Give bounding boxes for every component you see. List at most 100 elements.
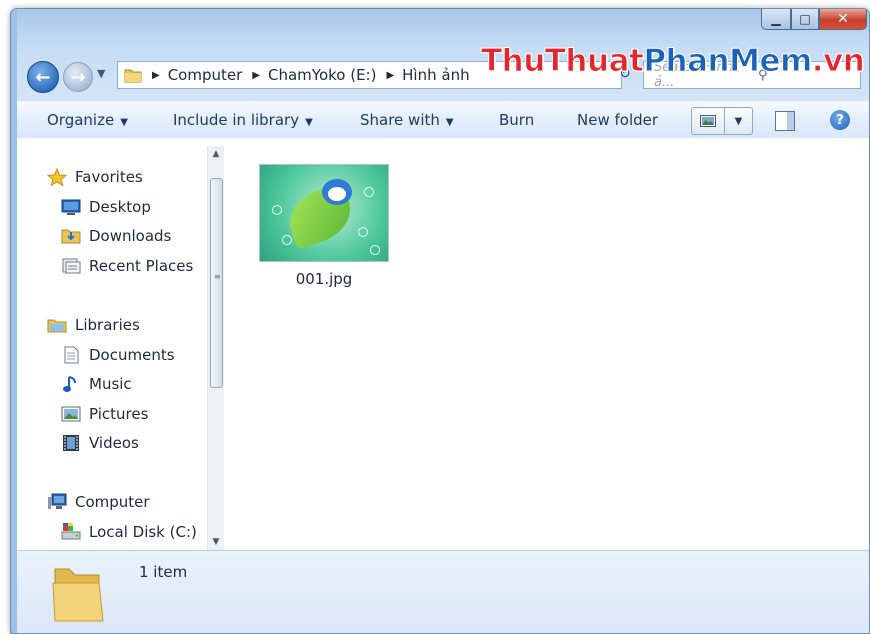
pictures-icon xyxy=(61,406,81,422)
preview-pane-button[interactable] xyxy=(775,111,795,131)
close-icon: ✕ xyxy=(837,11,849,27)
bubble-shape xyxy=(370,245,380,255)
nav-recent-places[interactable]: Recent Places xyxy=(61,253,193,279)
breadcrumb-folder[interactable]: ▶ Hình ảnh xyxy=(376,66,469,84)
forward-button[interactable]: → xyxy=(63,62,93,92)
thumbnail-view-icon xyxy=(700,115,716,127)
file-list-pane[interactable]: 001.jpg xyxy=(225,138,869,550)
include-in-library-button[interactable]: Include in library ▼ xyxy=(173,111,313,129)
nav-pictures-label: Pictures xyxy=(89,405,149,423)
nav-documents[interactable]: Documents xyxy=(61,342,175,368)
chevron-right-icon: ▶ xyxy=(252,69,260,81)
back-arrow-icon: ← xyxy=(35,66,51,88)
videos-icon xyxy=(63,435,79,451)
command-bar: Organize ▼ Include in library ▼ Share with… xyxy=(17,101,869,139)
desktop-icon xyxy=(61,199,81,215)
view-options-dropdown[interactable]: ▼ xyxy=(725,108,752,134)
new-folder-button[interactable]: New folder xyxy=(577,111,658,129)
bear-shape xyxy=(322,179,352,205)
forward-arrow-icon: → xyxy=(70,66,86,88)
nav-desktop-label: Desktop xyxy=(89,198,151,216)
scroll-thumb[interactable]: ≡ xyxy=(210,178,223,388)
breadcrumb-drive[interactable]: ▶ ChamYoko (E:) xyxy=(242,66,376,84)
nav-desktop[interactable]: Desktop xyxy=(61,194,151,220)
breadcrumb-computer[interactable]: ▶ Computer xyxy=(148,66,242,84)
file-name: 001.jpg xyxy=(295,270,353,288)
chevron-right-icon: ▶ xyxy=(152,69,160,81)
folder-icon xyxy=(52,568,104,622)
burn-button[interactable]: Burn xyxy=(499,111,534,129)
nav-videos[interactable]: Videos xyxy=(61,430,139,456)
nav-computer-label: Computer xyxy=(75,493,150,511)
item-count: 1 item xyxy=(139,563,188,581)
recent-pages-dropdown[interactable]: ▼ xyxy=(97,67,105,80)
breadcrumb-label: Computer xyxy=(167,66,243,84)
new-folder-label: New folder xyxy=(577,111,659,129)
change-view-button[interactable]: ▼ xyxy=(691,107,753,135)
content-area: Favorites Desktop Downloads Recent Place… xyxy=(17,138,869,550)
burn-label: Burn xyxy=(499,111,535,129)
watermark-part-2: PhanMem xyxy=(643,43,813,80)
caption-buttons: ▁ □ ✕ xyxy=(761,9,867,33)
share-with-button[interactable]: Share with ▼ xyxy=(360,111,454,129)
maximize-button[interactable]: □ xyxy=(791,9,819,30)
organize-label: Organize xyxy=(47,111,115,129)
nav-local-disk-c[interactable]: Local Disk (C:) xyxy=(61,519,197,545)
computer-icon xyxy=(48,493,67,509)
nav-computer[interactable]: Computer xyxy=(47,489,150,515)
nav-downloads-label: Downloads xyxy=(89,227,172,245)
folder-icon xyxy=(124,69,142,83)
chevron-up-icon: ▲ xyxy=(212,149,220,159)
grip-icon: ≡ xyxy=(214,272,221,281)
breadcrumb-label: ChamYoko (E:) xyxy=(267,66,377,84)
documents-icon xyxy=(64,346,79,364)
close-button[interactable]: ✕ xyxy=(819,9,867,30)
view-icon[interactable] xyxy=(692,108,725,134)
breadcrumb-label: Hình ảnh xyxy=(402,66,470,84)
nav-music[interactable]: Music xyxy=(61,371,132,397)
navigation-pane-scrollbar[interactable]: ▲ ≡ ▼ xyxy=(207,146,224,550)
bubble-shape xyxy=(272,205,282,215)
chevron-down-icon: ▼ xyxy=(445,117,454,128)
nav-recent-places-label: Recent Places xyxy=(89,257,194,275)
help-button[interactable]: ? xyxy=(830,110,850,130)
minimize-icon: ▁ xyxy=(771,12,781,26)
image-thumbnail xyxy=(259,164,389,262)
details-pane: 1 item xyxy=(17,550,869,633)
chevron-right-icon: ▶ xyxy=(386,69,395,81)
local-disk-icon xyxy=(61,523,81,540)
bubble-shape xyxy=(282,235,292,245)
libraries-icon xyxy=(47,319,67,333)
chevron-down-icon: ▼ xyxy=(734,115,743,127)
nav-downloads[interactable]: Downloads xyxy=(61,223,171,249)
watermark-logo: ThuThuatPhanMem.vn xyxy=(480,43,865,80)
explorer-window: ▁ □ ✕ ← → ▼ ▶ Computer ▶ ChamYoko (E:) ▶ Hì… xyxy=(10,8,870,634)
nav-pictures[interactable]: Pictures xyxy=(61,401,148,427)
chevron-down-icon: ▼ xyxy=(305,117,313,128)
nav-libraries-label: Libraries xyxy=(75,316,140,334)
nav-favorites-label: Favorites xyxy=(75,168,143,186)
include-in-library-label: Include in library xyxy=(173,111,300,129)
watermark-part-3: .vn xyxy=(811,43,865,80)
downloads-icon xyxy=(61,229,81,244)
nav-music-label: Music xyxy=(89,375,132,393)
chevron-down-icon: ▼ xyxy=(212,537,220,547)
star-icon xyxy=(47,168,67,186)
nav-libraries[interactable]: Libraries xyxy=(47,312,140,338)
bubble-shape xyxy=(364,187,374,197)
music-icon xyxy=(63,376,76,392)
chevron-down-icon: ▼ xyxy=(120,117,128,128)
organize-button[interactable]: Organize ▼ xyxy=(47,111,128,129)
navigation-pane: Favorites Desktop Downloads Recent Place… xyxy=(17,138,207,550)
nav-favorites[interactable]: Favorites xyxy=(47,164,143,190)
scroll-down-arrow[interactable]: ▼ xyxy=(208,534,224,550)
scroll-up-arrow[interactable]: ▲ xyxy=(208,146,224,162)
nav-local-disk-label: Local Disk (C:) xyxy=(89,523,197,541)
watermark-part-1: ThuThuat xyxy=(480,43,644,80)
nav-videos-label: Videos xyxy=(89,434,139,452)
minimize-button[interactable]: ▁ xyxy=(761,9,791,30)
help-icon: ? xyxy=(836,112,844,128)
back-button[interactable]: ← xyxy=(27,61,59,93)
file-item[interactable]: 001.jpg xyxy=(259,164,389,288)
recent-places-icon xyxy=(62,258,81,274)
